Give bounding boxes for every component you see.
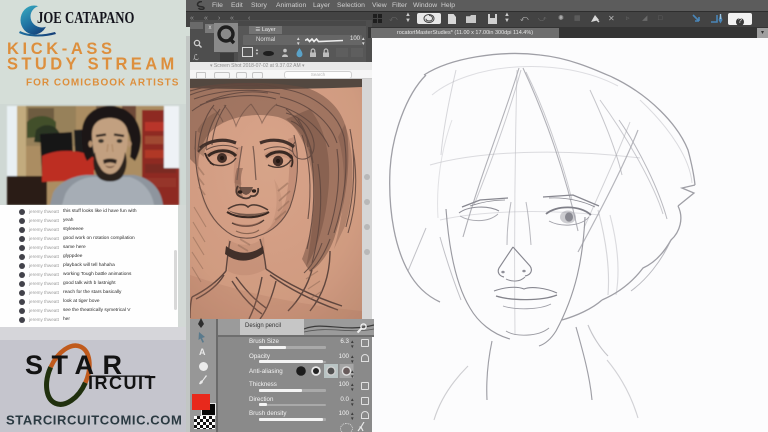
svg-text:STARCIRCUITCOMIC.COM: STARCIRCUITCOMIC.COM [6,413,182,428]
